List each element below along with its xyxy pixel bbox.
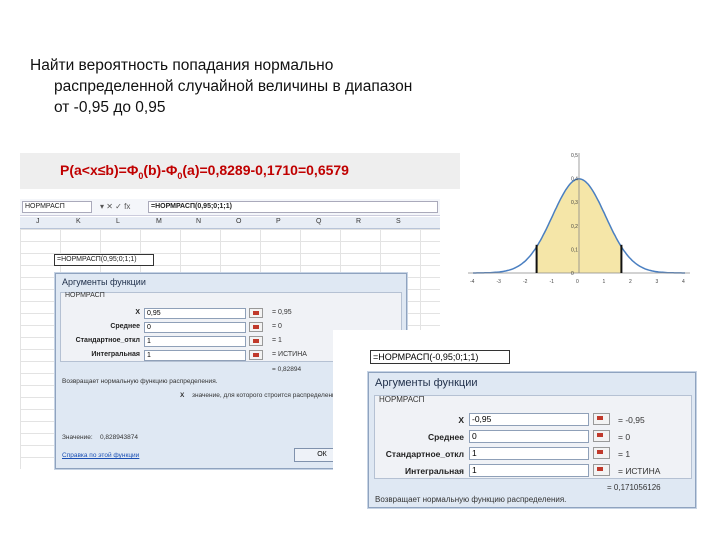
arg-result: = 1 [618,449,631,459]
arg-label: Среднее [110,323,140,330]
y-tick-label: 0,3 [571,200,578,206]
x-note: значение, для которого строится распреде… [192,392,342,399]
x-tick-label: 4 [682,279,685,285]
x-tick-label: 1 [603,279,606,285]
column-header[interactable]: Q [316,218,321,225]
arg-input-stdev[interactable]: 1 [144,336,246,347]
y-tick-label: 0,4 [571,177,578,183]
range-select-icon[interactable] [593,447,610,459]
arg-row-cumulative: Интегральная 1 = ИСТИНА [374,464,692,479]
arg-result: = ИСТИНА [272,351,307,358]
y-tick-label: 0 [571,271,574,277]
column-header[interactable]: P [276,218,281,225]
chart-svg: 0,5 0,4 0,3 0,2 0,1 0 -4 -3 -2 -1 0 1 2 3 4 [468,153,690,285]
arg-label: X [135,309,140,316]
arg-result: = 1 [272,337,282,344]
arg-input-cumulative[interactable]: 1 [469,464,589,477]
range-select-icon[interactable] [249,308,263,318]
help-link[interactable]: Справка по этой функции [62,452,139,459]
arg-row-stdev: Стандартное_откл 1 = 1 [374,447,692,462]
arg-input-mean[interactable]: 0 [144,322,246,333]
arg-result: = ИСТИНА [618,466,661,476]
formula-bar-input[interactable]: =НОРМРАСП(0,95;0;1;1) [148,201,438,213]
arg-input-x[interactable]: -0,95 [469,413,589,426]
problem-line-1: Найти вероятность попадания нормально [30,57,334,74]
normal-distribution-chart: 0,5 0,4 0,3 0,2 0,1 0 -4 -3 -2 -1 0 1 2 3 4 [458,145,698,295]
dialog-result-line: = 0,82894 [272,366,302,373]
arg-label: Интегральная [91,351,140,358]
arg-result: = 0 [272,323,282,330]
dialog-title: Аргументы функции [62,277,146,287]
group-name: НОРМРАСП [379,395,425,404]
column-header[interactable]: O [236,218,241,225]
x-tick-label: 2 [629,279,632,285]
arg-input-cumulative[interactable]: 1 [144,350,246,361]
x-tick-label: -3 [497,279,502,285]
range-select-icon[interactable] [249,350,263,360]
range-select-icon[interactable] [593,464,610,476]
x-tick-label: 3 [656,279,659,285]
column-header[interactable]: L [116,218,120,225]
range-select-icon[interactable] [249,322,263,332]
formula-bar-icons[interactable]: ▾ ✕ ✓ fx [100,202,130,211]
range-select-icon[interactable] [593,413,610,425]
column-header[interactable]: J [36,218,40,225]
column-header[interactable]: N [196,218,201,225]
range-select-icon[interactable] [593,430,610,442]
formula-bar: НОРМРАСП ▾ ✕ ✓ fx =НОРМРАСП(0,95;0;1;1) [20,199,440,216]
arg-label: Стандартное_откл [385,449,464,459]
arg-row-mean: Среднее 0 = 0 [374,430,692,445]
y-tick-label: 0,1 [571,247,578,253]
y-tick-label: 0,2 [571,224,578,230]
arg-label: X [458,415,464,425]
arg-result: = 0,95 [272,309,292,316]
arg-result: = 0 [618,432,631,442]
x-tick-label: -4 [470,279,475,285]
x-note-label: X [180,392,185,399]
column-headers: J K L M N O P Q R S [20,217,440,229]
x-tick-label: -2 [523,279,528,285]
dialog-title: Аргументы функции [375,377,478,389]
column-header[interactable]: R [356,218,361,225]
arg-input-stdev[interactable]: 1 [469,447,589,460]
problem-line-3: от -0,95 до 0,95 [54,99,166,116]
arg-input-x[interactable]: 0,95 [144,308,246,319]
arg-result: = -0,95 [618,415,645,425]
function-arguments-dialog-2: Аргументы функции НОРМРАСП X -0,95 = -0,… [368,372,696,508]
function-description: Возвращает нормальную функцию распределе… [62,378,218,385]
column-header[interactable]: K [76,218,81,225]
arg-label: Стандартное_откл [75,337,140,344]
name-box[interactable]: НОРМРАСП [22,201,92,213]
active-cell[interactable]: =НОРМРАСП(0,95;0;1;1) [54,254,154,266]
arg-label: Среднее [427,432,464,442]
x-tick-label: -1 [550,279,555,285]
range-select-icon[interactable] [249,336,263,346]
column-header[interactable]: S [396,218,401,225]
arg-row-x: X 0,95 = 0,95 [60,308,402,320]
value-label: Значение: [62,434,93,441]
value: 0,828943874 [100,434,138,441]
group-name: НОРМРАСП [65,292,105,299]
x-tick-label: 0 [576,279,579,285]
probability-formula: P(a<x≤b)=Φ0(b)-Φ0(a)=0,8289-0,1710=0,657… [20,153,460,189]
formula-text: P(a<x≤b)=Φ0(b)-Φ0(a)=0,8289-0,1710=0,657… [60,162,349,181]
problem-line-2: распределенной случайной величины в диап… [54,78,413,95]
cell-formula-2[interactable]: =НОРМРАСП(-0,95;0;1;1) [370,350,510,364]
function-description: Возвращает нормальную функцию распределе… [375,495,567,504]
arg-input-mean[interactable]: 0 [469,430,589,443]
arg-row-x: X -0,95 = -0,95 [374,413,692,428]
problem-statement: Найти вероятность попадания нормально ра… [30,55,470,118]
column-header[interactable]: M [156,218,162,225]
arg-label: Интегральная [404,466,464,476]
dialog-result-line: = 0,171056126 [607,483,661,492]
y-tick-label: 0,5 [571,153,578,159]
